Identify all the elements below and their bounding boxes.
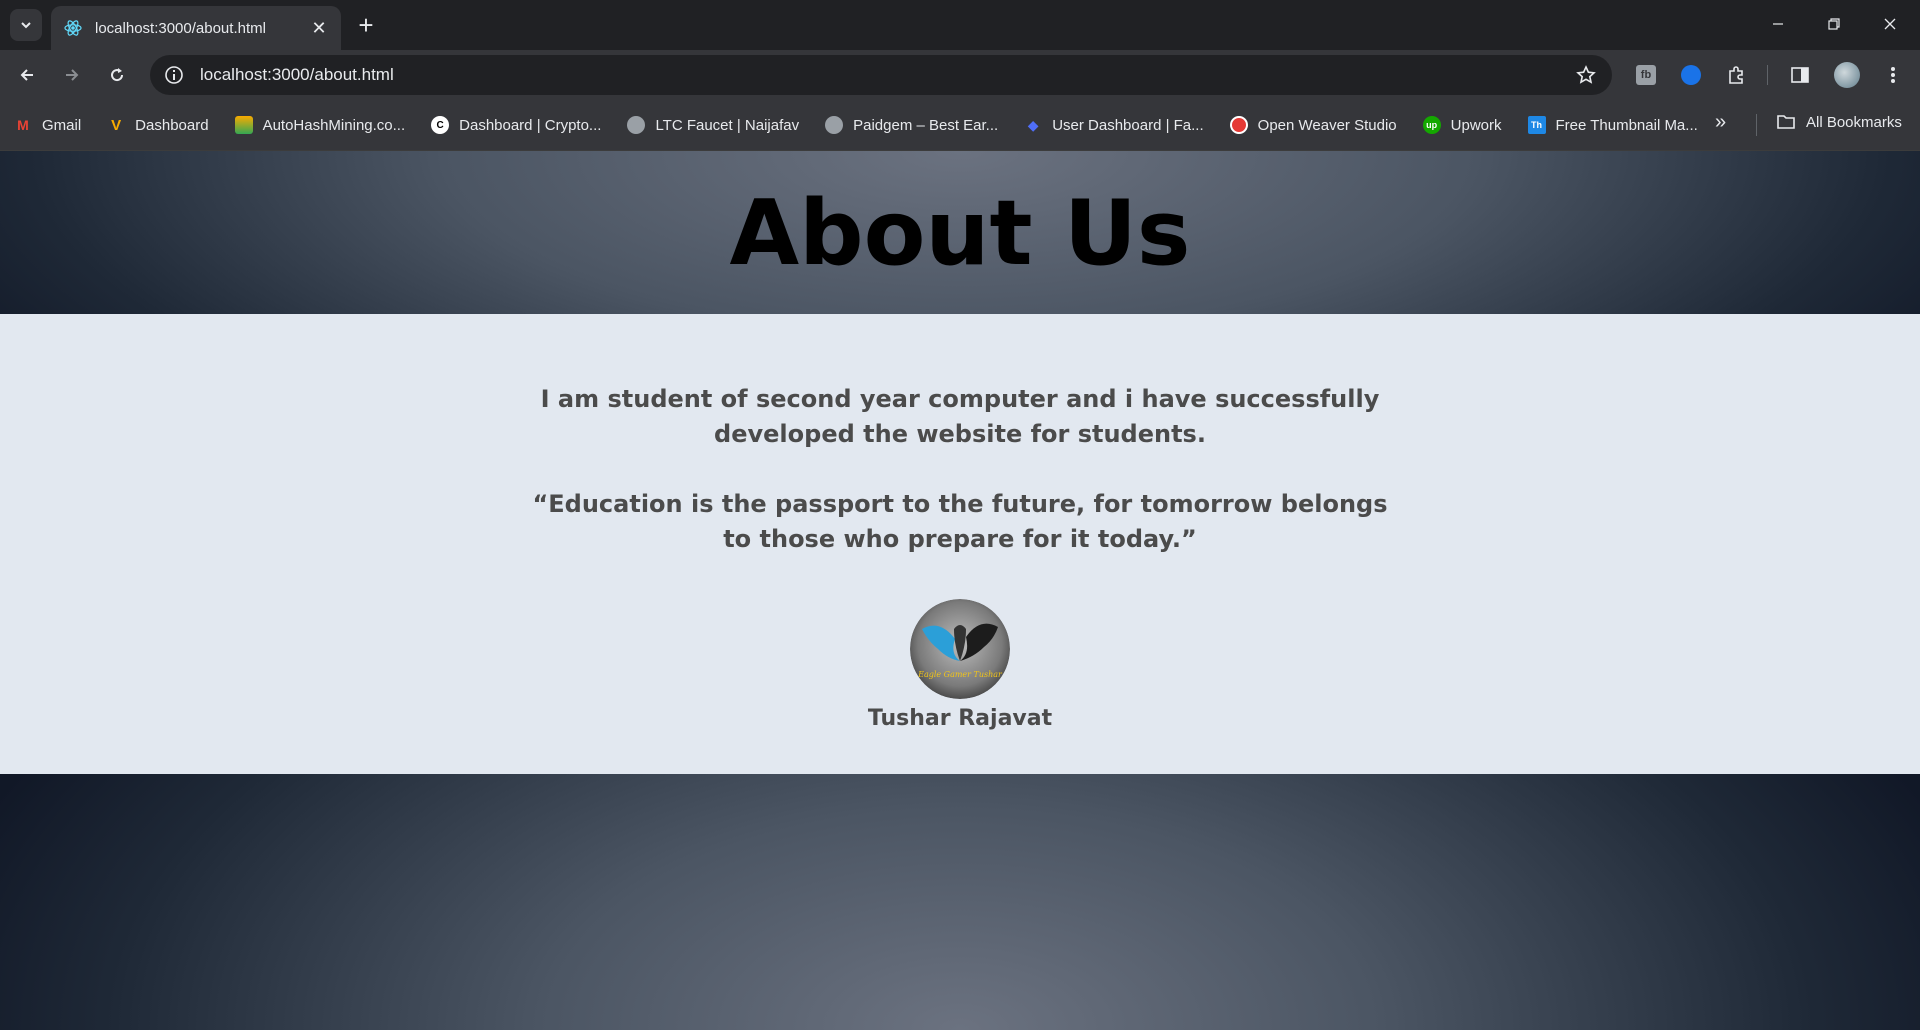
- crypto-icon: C: [431, 116, 450, 134]
- reload-icon: [111, 68, 124, 82]
- openweaver-icon: [1229, 116, 1248, 134]
- bookmark-open-weaver[interactable]: Open Weaver Studio: [1229, 116, 1397, 134]
- extension-blue-icon[interactable]: [1677, 61, 1705, 89]
- dashboard-icon: V: [111, 116, 122, 134]
- avatar-text: Eagle Gamer Tushar: [917, 670, 1003, 679]
- bookmark-dashboard[interactable]: V Dashboard: [107, 116, 208, 134]
- menu-icon[interactable]: [1879, 61, 1907, 89]
- star-icon[interactable]: [1574, 63, 1598, 87]
- bookmark-crypto-dashboard[interactable]: C Dashboard | Crypto...: [431, 116, 601, 134]
- page-title: About Us: [729, 181, 1191, 286]
- upwork-icon: up: [1422, 116, 1441, 134]
- author-name: Tushar Rajavat: [867, 706, 1053, 731]
- folder-icon: [1777, 115, 1795, 129]
- intro-text: I am student of second year computer and…: [540, 385, 1380, 448]
- address-bar[interactable]: localhost:3000/about.html: [150, 55, 1612, 95]
- bookmark-gmail[interactable]: M Gmail: [14, 116, 81, 134]
- eagle-logo-icon: Eagle Gamer Tushar: [910, 599, 1010, 699]
- hero-banner: About Us: [0, 151, 1920, 314]
- bookmark-ltc-faucet[interactable]: LTC Faucet | Naijafav: [627, 116, 799, 134]
- restore-button[interactable]: [1806, 0, 1862, 48]
- close-window-button[interactable]: [1862, 0, 1918, 48]
- toolbar: localhost:3000/about.html fb: [0, 50, 1920, 100]
- minimize-icon: [1773, 23, 1783, 25]
- bookmarks-bar: M Gmail V Dashboard AutoHashMining.co... C…: [0, 100, 1920, 151]
- quote-text: “Education is the passport to the future…: [532, 490, 1388, 553]
- info-icon[interactable]: [164, 65, 184, 85]
- puzzle-icon[interactable]: [1722, 61, 1750, 89]
- forward-button[interactable]: [56, 59, 88, 91]
- bookmark-paidgem[interactable]: Paidgem – Best Ear...: [825, 116, 998, 134]
- restore-icon: [1828, 18, 1840, 30]
- browser-chrome: localhost:3000/about.html ✕ + localhost:…: [0, 0, 1920, 151]
- tab-close-icon[interactable]: ✕: [307, 16, 331, 40]
- about-section: I am student of second year computer and…: [0, 314, 1920, 774]
- bookmark-free-thumbnail[interactable]: Th Free Thumbnail Ma...: [1527, 116, 1698, 134]
- arrow-right-icon: [66, 69, 79, 81]
- footer-background: [0, 774, 1920, 1030]
- author-avatar: Eagle Gamer Tushar: [910, 599, 1010, 699]
- page-viewport: About Us I am student of second year com…: [0, 151, 1920, 1030]
- back-button[interactable]: [11, 59, 43, 91]
- globe-icon: [825, 116, 844, 134]
- minimize-button[interactable]: [1750, 0, 1806, 48]
- bookmark-user-dashboard[interactable]: ◆ User Dashboard | Fa...: [1024, 116, 1204, 134]
- all-bookmarks-button[interactable]: All Bookmarks: [1776, 113, 1902, 131]
- autohash-icon: [234, 116, 253, 134]
- chevron-down-icon: [21, 22, 31, 29]
- bookmarks-divider: [1756, 114, 1757, 136]
- gmail-icon: M: [17, 117, 29, 133]
- side-panel-icon[interactable]: [1786, 61, 1814, 89]
- arrow-left-icon: [20, 69, 33, 81]
- active-tab[interactable]: localhost:3000/about.html ✕: [51, 6, 341, 50]
- bookmark-autohash[interactable]: AutoHashMining.co...: [234, 116, 405, 134]
- reload-button[interactable]: [101, 59, 133, 91]
- tab-search-button[interactable]: [10, 9, 42, 41]
- toolbar-divider: [1767, 65, 1768, 85]
- globe-icon: [627, 116, 646, 134]
- diamond-icon: ◆: [1027, 116, 1039, 133]
- bookmark-upwork[interactable]: up Upwork: [1422, 116, 1502, 134]
- close-icon: [1884, 18, 1896, 30]
- tab-title: localhost:3000/about.html: [95, 19, 266, 37]
- more-bookmarks-icon[interactable]: »: [1715, 111, 1726, 134]
- thumbnail-icon: Th: [1527, 116, 1546, 134]
- extension-fb-icon[interactable]: fb: [1632, 61, 1660, 89]
- tab-bar: localhost:3000/about.html ✕ +: [0, 0, 1920, 50]
- new-tab-button[interactable]: +: [352, 10, 380, 40]
- profile-avatar[interactable]: [1833, 61, 1861, 89]
- url-text[interactable]: localhost:3000/about.html: [200, 65, 1574, 85]
- react-icon: [64, 20, 82, 36]
